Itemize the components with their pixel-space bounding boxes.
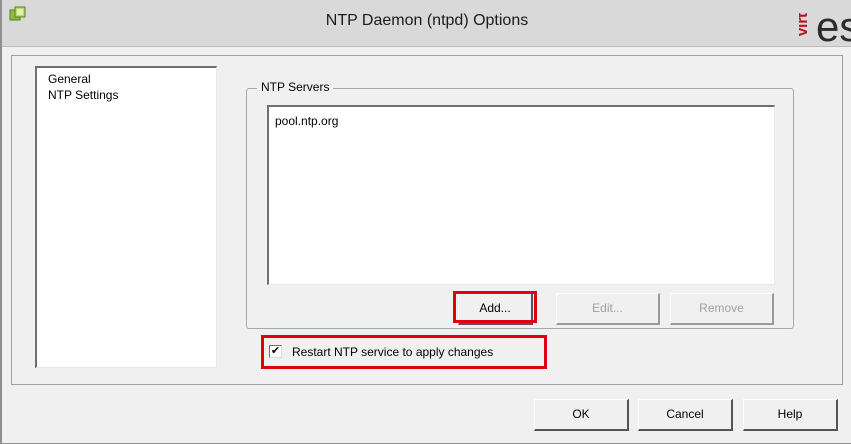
ntp-options-dialog: NTP Daemon (ntpd) Options virt es Genera… bbox=[0, 0, 851, 444]
nav-list[interactable]: General NTP Settings bbox=[35, 66, 217, 368]
help-button[interactable]: Help bbox=[743, 399, 838, 431]
ok-button[interactable]: OK bbox=[534, 399, 629, 431]
window-title: NTP Daemon (ntpd) Options bbox=[325, 12, 529, 29]
add-button-highlight bbox=[453, 291, 537, 323]
ntp-server-list[interactable]: pool.ntp.org bbox=[267, 105, 775, 285]
list-item[interactable]: pool.ntp.org bbox=[275, 114, 774, 128]
remove-button[interactable]: Remove bbox=[670, 293, 774, 325]
title-bar: NTP Daemon (ntpd) Options virt es bbox=[2, 0, 851, 48]
restart-option-highlight bbox=[261, 335, 547, 369]
watermark-rotated-text: virt bbox=[799, 12, 812, 37]
watermark-text: es bbox=[816, 3, 851, 50]
edit-button[interactable]: Edit... bbox=[556, 293, 660, 325]
ntp-servers-group-label: NTP Servers bbox=[257, 79, 334, 95]
nav-item-general[interactable]: General bbox=[48, 71, 216, 87]
app-icon bbox=[9, 6, 27, 24]
watermark-logo: virt es bbox=[799, 0, 851, 58]
cancel-button[interactable]: Cancel bbox=[638, 399, 733, 431]
nav-item-ntp-settings[interactable]: NTP Settings bbox=[48, 87, 216, 103]
